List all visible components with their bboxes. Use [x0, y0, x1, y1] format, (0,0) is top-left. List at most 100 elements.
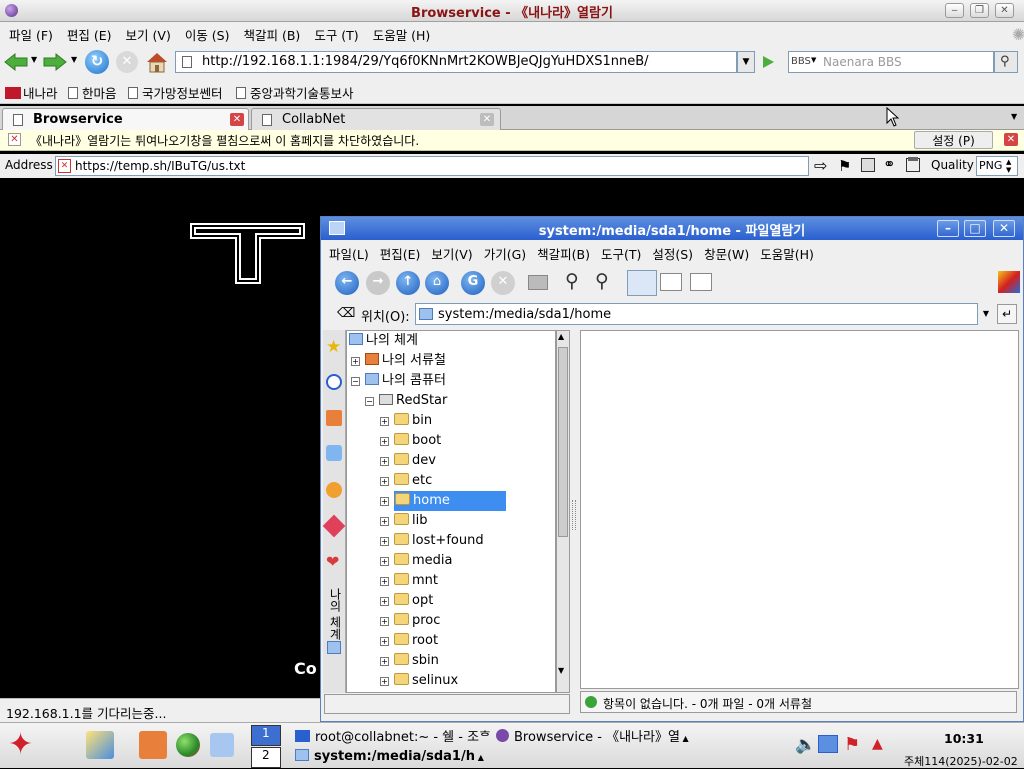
media-icon[interactable]: [326, 482, 342, 498]
menu-view[interactable]: 보기 (V): [126, 25, 171, 44]
forward-dropdown-icon[interactable]: ▼: [71, 55, 77, 64]
search-input[interactable]: Naenara BBS: [788, 51, 994, 73]
services-icon[interactable]: [322, 514, 346, 538]
fm-menu-tools[interactable]: 도구(T): [601, 244, 641, 263]
tree-item-selinux[interactable]: + selinux: [380, 671, 458, 691]
desktop-2-button[interactable]: 2: [251, 747, 281, 768]
panel-resize-handle[interactable]: [572, 500, 576, 530]
print-icon[interactable]: [528, 275, 548, 290]
fm-menu-file[interactable]: 파일(L): [329, 244, 369, 263]
expand-icon[interactable]: +: [380, 497, 389, 506]
tree-item-lib[interactable]: + lib: [380, 511, 427, 531]
desktop-1-button[interactable]: 1: [251, 725, 281, 746]
flag-tray-icon[interactable]: ⚑: [844, 734, 860, 755]
quality-select[interactable]: PNG: [976, 156, 1018, 176]
fm-maximize-button[interactable]: □: [964, 220, 986, 237]
zoom-out-icon[interactable]: ⚲: [595, 270, 609, 292]
tree-scrollbar[interactable]: ▲ ▼: [556, 330, 570, 693]
tree-item-sbin[interactable]: + sbin: [380, 651, 439, 671]
reload-icon[interactable]: ↻: [85, 50, 109, 74]
notice-dismiss-icon[interactable]: ✕: [1004, 133, 1018, 146]
task-file-manager[interactable]: system:/media/sda1/h ▲: [295, 749, 484, 764]
scrollbar-thumb[interactable]: [558, 347, 568, 537]
detail-view-icon[interactable]: [690, 273, 712, 291]
expand-icon[interactable]: +: [380, 637, 389, 646]
expand-icon[interactable]: +: [380, 477, 389, 486]
menu-bookmarks[interactable]: 책갈피 (B): [244, 25, 301, 44]
task-browser[interactable]: Browservice - 《내나라》열 ▲: [496, 726, 689, 745]
url-input[interactable]: http://192.168.1.1:1984/29/Yq6f0KNnMrt2K…: [175, 51, 737, 73]
tree-item-lost-found[interactable]: + lost+found: [380, 531, 484, 551]
clipboard-icon[interactable]: [908, 157, 918, 161]
volume-icon[interactable]: 🔈: [795, 735, 816, 755]
menu-go[interactable]: 이동 (S): [185, 25, 230, 44]
forward-icon[interactable]: →: [366, 271, 390, 295]
expand-icon[interactable]: +: [380, 517, 389, 526]
fm-menu-bookmarks[interactable]: 책갈피(B): [537, 244, 590, 263]
bookmarks-star-icon[interactable]: ★: [326, 337, 341, 357]
network-tray-icon[interactable]: [818, 735, 838, 753]
expand-icon[interactable]: +: [380, 557, 389, 566]
tree-item-opt[interactable]: + opt: [380, 591, 433, 611]
icon-view-icon[interactable]: [627, 270, 657, 296]
notice-settings-button[interactable]: 설정 (P): [914, 131, 993, 149]
tree-item-etc[interactable]: + etc: [380, 471, 432, 491]
zoom-in-icon[interactable]: ⚲: [565, 270, 579, 292]
stop-icon[interactable]: ✕: [491, 271, 515, 295]
home-folder-icon[interactable]: [326, 410, 342, 426]
collapse-icon[interactable]: −: [351, 377, 360, 386]
back-icon[interactable]: ←: [335, 271, 359, 295]
navigate-arrow-icon[interactable]: ⇨: [814, 156, 827, 175]
collapse-icon[interactable]: −: [365, 397, 374, 406]
expand-icon[interactable]: +: [380, 597, 389, 606]
close-button[interactable]: ✕: [995, 3, 1014, 18]
sidebar-tab-my-system[interactable]: 나의 체계: [327, 588, 344, 640]
go-arrow-icon[interactable]: [757, 51, 779, 73]
expand-icon[interactable]: +: [380, 577, 389, 586]
expand-icon[interactable]: +: [380, 437, 389, 446]
tree-item-my-computer[interactable]: − 나의 콤퓨터: [351, 371, 446, 391]
alert-tray-icon[interactable]: ▲: [872, 736, 883, 752]
address-input[interactable]: https://temp.sh/IBuTG/us.txt: [55, 156, 809, 176]
location-go-icon[interactable]: ↵: [997, 304, 1017, 324]
fm-menu-window[interactable]: 창문(W): [704, 244, 749, 263]
expand-icon[interactable]: +: [351, 357, 360, 366]
notepad-launcher-icon[interactable]: [86, 731, 114, 759]
clock-date[interactable]: 주체114(2025)-02-02: [904, 753, 1018, 769]
fm-menu-view[interactable]: 보기(V): [431, 244, 472, 263]
expand-icon[interactable]: +: [380, 417, 389, 426]
expand-icon[interactable]: +: [380, 677, 389, 686]
tab-browservice[interactable]: Browservice ✕: [2, 108, 249, 130]
task-terminal[interactable]: root@collabnet:~ - 쉘 - 조ᄒ: [295, 726, 491, 745]
clock-time[interactable]: 10:31: [944, 731, 984, 746]
save-icon[interactable]: [861, 158, 875, 172]
expand-icon[interactable]: +: [380, 537, 389, 546]
clear-location-icon[interactable]: ⌫: [337, 306, 355, 321]
expand-icon[interactable]: +: [380, 617, 389, 626]
back-dropdown-icon[interactable]: ▼: [31, 55, 37, 64]
reload-icon[interactable]: G: [461, 271, 485, 295]
fm-menu-help[interactable]: 도움말(H): [760, 244, 814, 263]
minimize-button[interactable]: ‒: [945, 3, 964, 18]
tree-item-dev[interactable]: + dev: [380, 451, 436, 471]
notice-close-icon[interactable]: ✕: [8, 133, 21, 146]
tree-item-redstar[interactable]: − RedStar: [365, 391, 447, 411]
bookmark-hanmaum[interactable]: 한마음: [68, 83, 117, 102]
tree-item-home[interactable]: + home: [380, 491, 506, 511]
fm-menu-go[interactable]: 가기(G): [484, 244, 526, 263]
browser-titlebar[interactable]: Browservice - 《내나라》열람기 ‒ ❐ ✕: [0, 0, 1024, 22]
menu-file[interactable]: 파일 (F): [9, 25, 53, 44]
expand-icon[interactable]: +: [380, 457, 389, 466]
bookmark-naenara[interactable]: 내나라: [5, 83, 58, 102]
tab-close-icon[interactable]: ✕: [230, 113, 244, 126]
home-icon[interactable]: ⌂: [425, 271, 449, 295]
location-input[interactable]: system:/media/sda1/home: [415, 303, 978, 325]
fm-titlebar[interactable]: system:/media/sda1/home - 파일열람기: [321, 217, 1023, 240]
tree-item-proc[interactable]: + proc: [380, 611, 440, 631]
search-engine-dropdown-icon[interactable]: ▼: [811, 56, 816, 64]
search-button[interactable]: ⚲: [994, 51, 1018, 73]
menu-edit[interactable]: 편집 (E): [67, 25, 112, 44]
scroll-up-icon[interactable]: ▲: [558, 332, 564, 341]
expand-icon[interactable]: +: [380, 657, 389, 666]
red-star-menu-icon[interactable]: ✦: [8, 729, 33, 761]
